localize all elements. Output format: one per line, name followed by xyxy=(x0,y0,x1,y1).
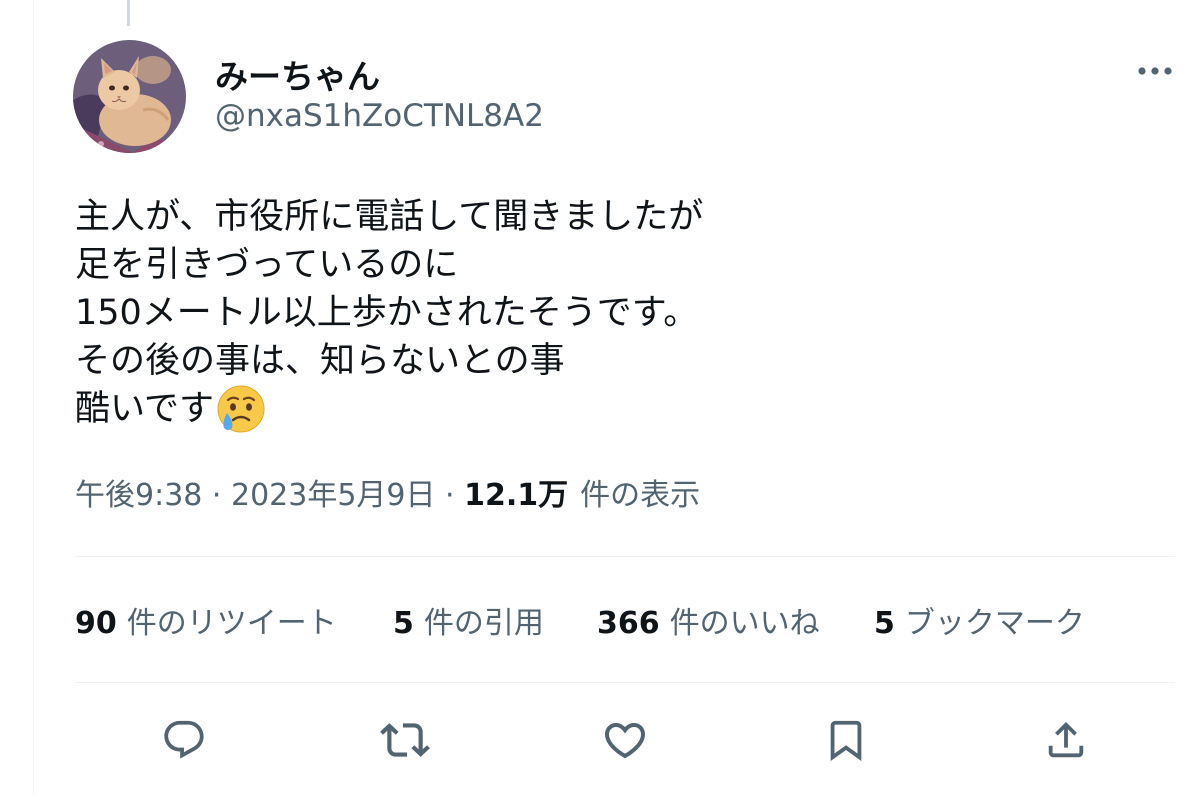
views-count[interactable]: 12.1万 xyxy=(464,470,568,514)
retweets-label: 件のリツイート xyxy=(126,606,337,641)
tweet-line: 150メートル以上歩かされたそうです。 xyxy=(75,289,1155,337)
meta-separator: · xyxy=(435,478,465,513)
tweet-actions xyxy=(0,712,1200,768)
tweet-line: 足を引きづっているのに xyxy=(75,241,1155,289)
tweet-line-text: 酷いです xyxy=(75,389,214,429)
thread-connector-line xyxy=(127,0,130,26)
reply-button[interactable] xyxy=(156,712,212,768)
likes-stat[interactable]: 366 件のいいね xyxy=(597,598,874,642)
share-icon xyxy=(1048,721,1084,758)
tweet-date[interactable]: 2023年5月9日 xyxy=(231,470,436,514)
tweet-line-text: その後の事は、知らないとの事 xyxy=(75,341,565,381)
retweet-button[interactable] xyxy=(377,712,433,768)
share-button[interactable] xyxy=(1038,712,1094,768)
divider xyxy=(75,682,1175,683)
retweets-stat[interactable]: 90 件のリツイート xyxy=(75,598,393,642)
avatar[interactable] xyxy=(73,40,186,153)
tweet-text: 主人が、市役所に電話して聞きましたが 足を引きづっているのに 150メートル以上… xyxy=(75,193,1155,433)
tweet-line-text: 主人が、市役所に電話して聞きましたが xyxy=(75,197,704,237)
quotes-stat[interactable]: 5 件の引用 xyxy=(393,598,597,642)
like-button[interactable] xyxy=(597,712,653,768)
likes-count: 366 xyxy=(597,606,660,641)
more-dots-icon xyxy=(1138,67,1172,75)
retweet-icon xyxy=(380,723,430,757)
meta-separator: · xyxy=(202,478,231,513)
tweet-meta: 午後9:38 · 2023年5月9日 · 12.1万 件の表示 xyxy=(75,470,700,514)
author-handle[interactable]: @nxaS1hZoCTNL8A2 xyxy=(215,98,544,134)
tweet-line: 主人が、市役所に電話して聞きましたが xyxy=(75,193,1155,241)
quotes-label: 件の引用 xyxy=(423,606,544,641)
bookmark-button[interactable] xyxy=(818,712,874,768)
cat-avatar-icon xyxy=(73,40,186,153)
timeline-border xyxy=(33,0,34,795)
tweet-line-text: 足を引きづっているのに xyxy=(75,245,459,285)
bookmarks-stat[interactable]: 5 ブックマーク xyxy=(874,598,1085,642)
tweet-line: 酷いです xyxy=(75,385,1155,433)
engagement-stats: 90 件のリツイート 5 件の引用 366 件のいいね 5 ブックマーク xyxy=(75,598,1085,642)
bookmarks-label: ブックマーク xyxy=(904,606,1085,641)
bookmarks-count: 5 xyxy=(874,606,895,641)
likes-label: 件のいいね xyxy=(669,606,820,641)
divider xyxy=(75,556,1175,557)
bookmark-icon xyxy=(830,720,862,761)
crying-face-emoji-icon xyxy=(216,384,266,434)
tweet-detail: みーちゃん @nxaS1hZoCTNL8A2 主人が、市役所に電話して聞きました… xyxy=(0,0,1200,795)
tweet-line-text: 150メートル以上歩かされたそうです。 xyxy=(75,293,699,333)
more-options-button[interactable] xyxy=(1130,54,1180,88)
author-display-name[interactable]: みーちゃん xyxy=(215,50,380,98)
reply-icon xyxy=(164,720,204,759)
quotes-count: 5 xyxy=(393,606,414,641)
retweets-count: 90 xyxy=(75,606,117,641)
views-label: 件の表示 xyxy=(580,478,701,513)
tweet-line: その後の事は、知らないとの事 xyxy=(75,337,1155,385)
like-icon xyxy=(604,723,646,759)
tweet-time[interactable]: 午後9:38 xyxy=(75,470,202,514)
